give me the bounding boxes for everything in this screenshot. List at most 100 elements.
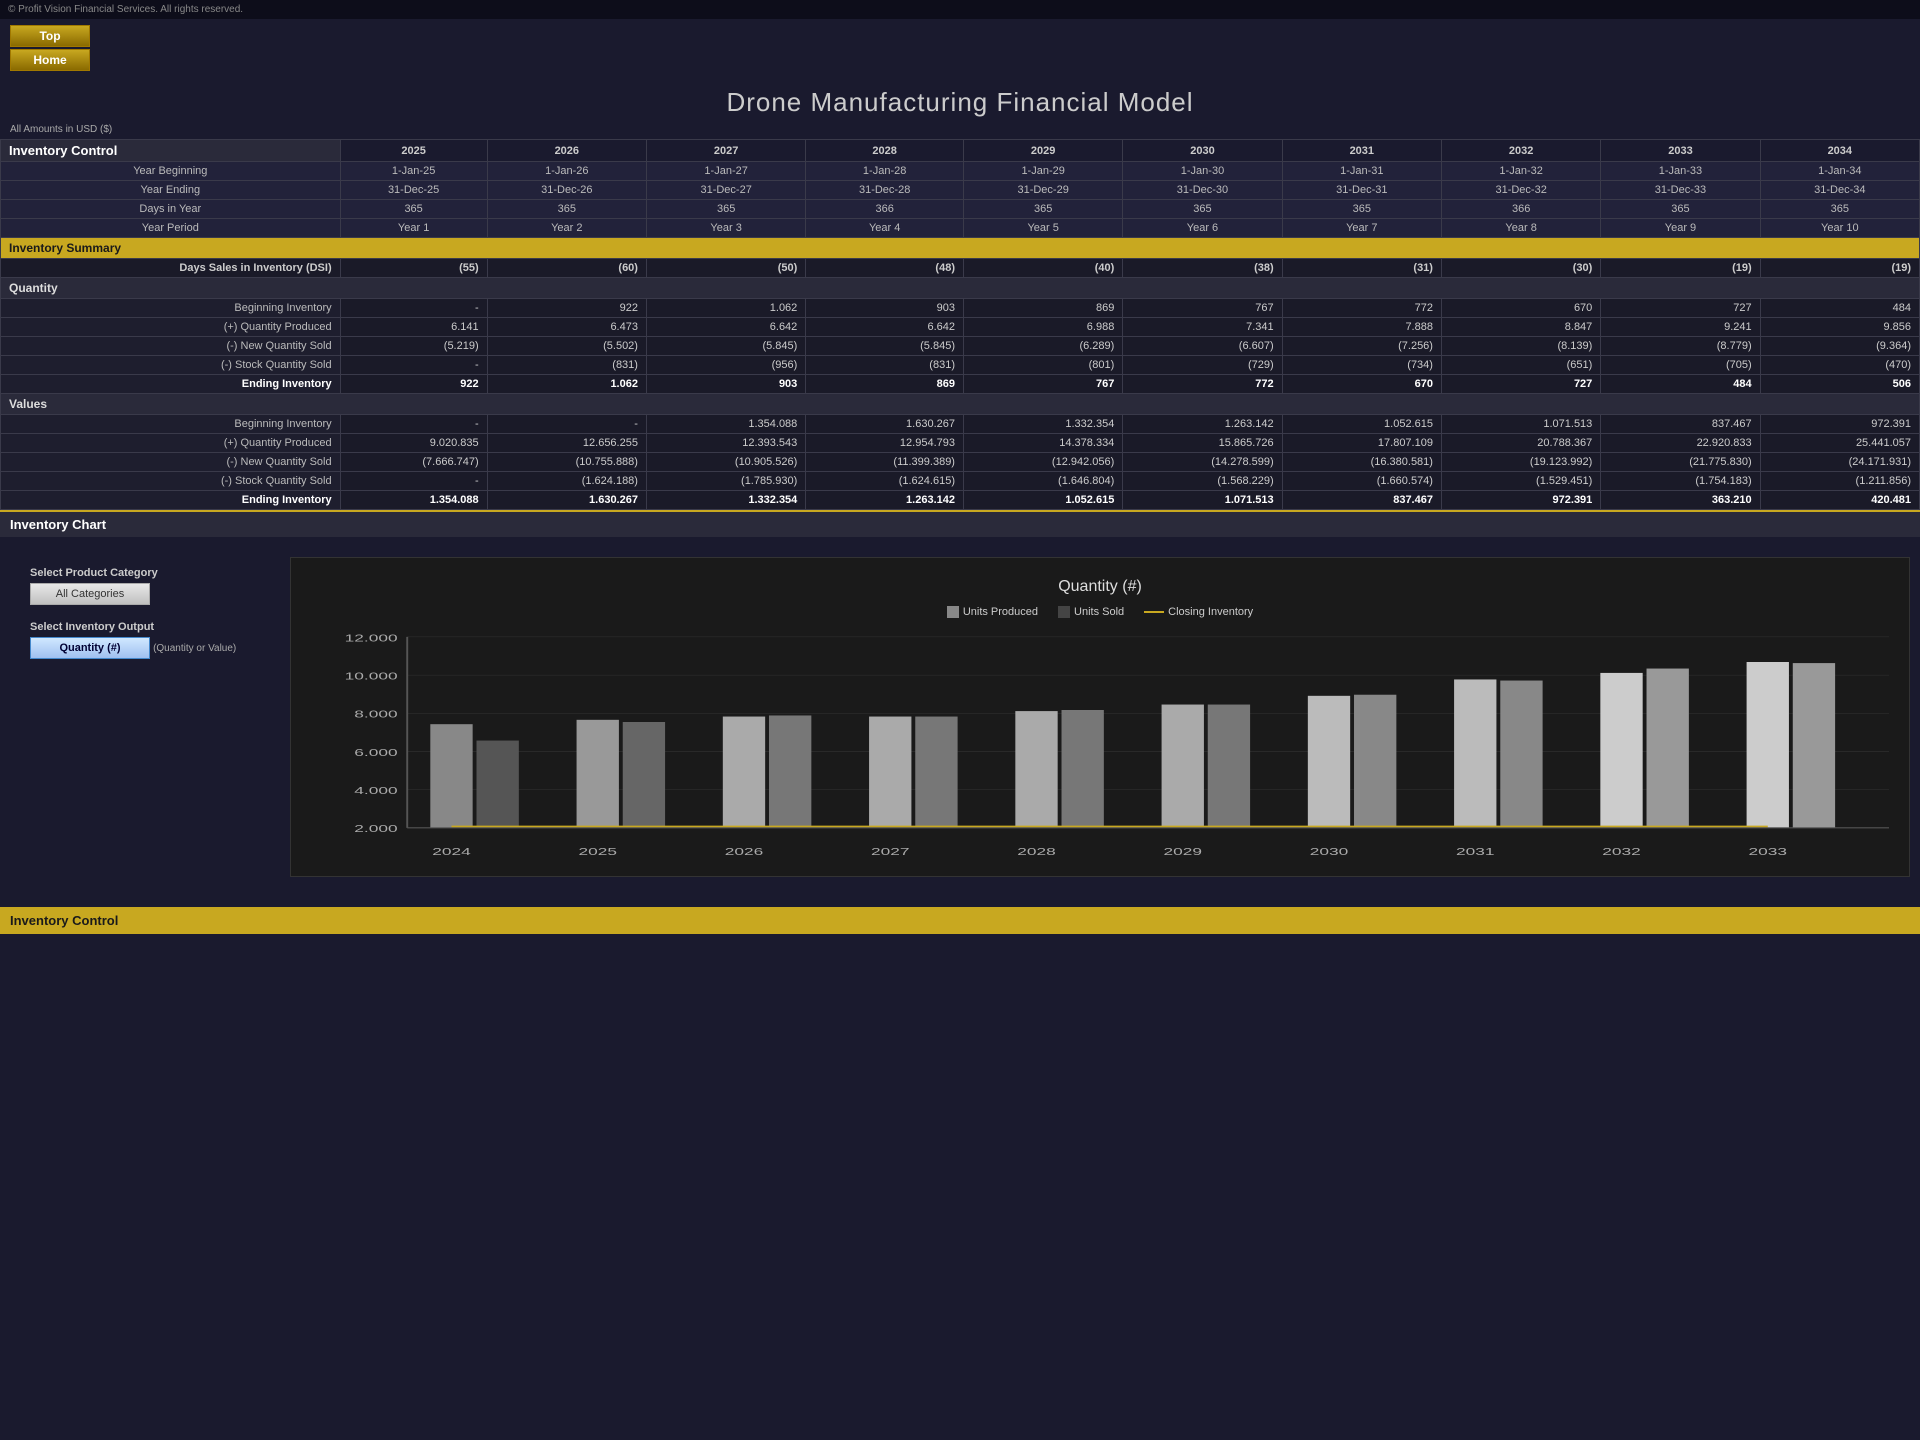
year-2033: 2033 [1601,140,1760,162]
home-button[interactable]: Home [10,49,90,71]
output-control: Select Inventory Output Quantity (#) (Qu… [30,621,270,659]
year-2031: 2031 [1282,140,1441,162]
chart-controls: Select Product Category All Categories S… [10,557,290,669]
product-category-label: Select Product Category [30,567,270,579]
svg-text:12.000: 12.000 [345,632,398,643]
svg-text:2028: 2028 [1017,846,1056,857]
year-2034: 2034 [1760,140,1919,162]
bar-produced-2025 [577,720,619,828]
svg-text:2031: 2031 [1456,846,1495,857]
svg-text:10.000: 10.000 [345,670,398,681]
table-row: (+) Quantity Produced 9.020.835 12.656.2… [1,434,1920,453]
svg-text:2.000: 2.000 [354,823,398,834]
chart-legend: Units Produced Units Sold Closing Invent… [311,606,1889,618]
stock-qty-sold-label: (-) Stock Quantity Sold [1,356,341,375]
inventory-control-header: Inventory Control [1,140,341,162]
yb-2032: 1-Jan-32 [1441,162,1600,181]
year-2028: 2028 [806,140,964,162]
bar-sold-2024 [476,741,518,828]
bar-sold-2025 [623,722,665,828]
bar-sold-2033 [1793,663,1835,828]
year-ending-label: Year Ending [1,181,341,200]
yb-2031: 1-Jan-31 [1282,162,1441,181]
table-row: (-) New Quantity Sold (5.219) (5.502) (5… [1,337,1920,356]
currency-note: All Amounts in USD ($) [0,122,1920,139]
units-produced-legend-color [947,606,959,618]
bar-produced-2024 [430,724,472,828]
table-row: (-) New Quantity Sold (7.666.747) (10.75… [1,453,1920,472]
dsi-2031: (31) [1282,259,1441,278]
yb-2027: 1-Jan-27 [646,162,805,181]
bar-produced-2026 [723,717,765,828]
chart-section-header: Inventory Chart [0,510,1920,537]
ending-inventory-qty-row: Ending Inventory 922 1.062 903 869 767 7… [1,375,1920,394]
year-2030: 2030 [1123,140,1282,162]
svg-text:2027: 2027 [871,846,910,857]
svg-text:2025: 2025 [578,846,617,857]
days-in-year-label: Days in Year [1,200,341,219]
legend-units-produced-label: Units Produced [963,606,1038,618]
ending-inventory-qty-label: Ending Inventory [1,375,341,394]
values-section-header: Values [1,394,1920,415]
svg-text:2024: 2024 [432,846,471,857]
dsi-2026: (60) [487,259,646,278]
top-button[interactable]: Top [10,25,90,47]
bar-sold-2032 [1647,669,1689,828]
product-category-button[interactable]: All Categories [30,583,150,605]
year-beginning-label: Year Beginning [1,162,341,181]
dsi-2034: (19) [1760,259,1919,278]
dsi-2028: (48) [806,259,964,278]
inventory-chart-section: Inventory Chart Select Product Category … [0,510,1920,897]
yb-2033: 1-Jan-33 [1601,162,1760,181]
bar-sold-2029 [1208,705,1250,828]
bar-produced-2029 [1162,705,1204,828]
table-row: (+) Quantity Produced 6.141 6.473 6.642 … [1,318,1920,337]
nav-buttons: Top Home [0,19,1920,77]
bar-produced-2028 [1015,711,1057,828]
dsi-label: Days Sales in Inventory (DSI) [1,259,341,278]
legend-units-sold-label: Units Sold [1074,606,1124,618]
bar-sold-2030 [1354,695,1396,828]
bar-sold-2026 [769,715,811,827]
ending-inventory-val-label: Ending Inventory [1,491,341,510]
year-period-label: Year Period [1,219,341,238]
svg-text:2029: 2029 [1163,846,1202,857]
yb-2028: 1-Jan-28 [806,162,964,181]
table-row: (-) Stock Quantity Sold - (1.624.188) (1… [1,472,1920,491]
output-label: Select Inventory Output [30,621,270,633]
legend-closing-inventory-label: Closing Inventory [1168,606,1253,618]
bar-sold-2031 [1500,681,1542,828]
yb-2034: 1-Jan-34 [1760,162,1919,181]
table-row: Beginning Inventory - 922 1.062 903 869 … [1,299,1920,318]
stock-qty-sold-val-label: (-) Stock Quantity Sold [1,472,341,491]
svg-text:2033: 2033 [1749,846,1788,857]
output-sublabel: (Quantity or Value) [153,643,236,654]
dsi-2027: (50) [646,259,805,278]
bar-sold-2027 [915,717,957,828]
inventory-table: Inventory Control 2025 2026 2027 2028 20… [0,139,1920,510]
dsi-2033: (19) [1601,259,1760,278]
chart-svg: 12.000 10.000 8.000 6.000 4.000 2.000 [311,626,1889,866]
footer-label: Inventory Control [0,907,1920,934]
svg-text:6.000: 6.000 [354,747,398,758]
units-sold-legend-color [1058,606,1070,618]
product-category-control: Select Product Category All Categories [30,567,270,605]
inventory-summary-header: Inventory Summary [1,238,1920,259]
svg-text:2026: 2026 [725,846,764,857]
dsi-2025: (55) [340,259,487,278]
top-bar: © Profit Vision Financial Services. All … [0,0,1920,19]
yb-2029: 1-Jan-29 [963,162,1122,181]
year-2032: 2032 [1441,140,1600,162]
quantity-section-header: Quantity [1,278,1920,299]
output-button[interactable]: Quantity (#) [30,637,150,659]
yb-2026: 1-Jan-26 [487,162,646,181]
year-2027: 2027 [646,140,805,162]
table-row: Beginning Inventory - - 1.354.088 1.630.… [1,415,1920,434]
dsi-2029: (40) [963,259,1122,278]
chart-inner-title: Quantity (#) [311,578,1889,596]
bar-produced-2031 [1454,679,1496,827]
svg-text:2030: 2030 [1310,846,1349,857]
qty-produced-val-label: (+) Quantity Produced [1,434,341,453]
year-2026: 2026 [487,140,646,162]
new-qty-sold-label: (-) New Quantity Sold [1,337,341,356]
